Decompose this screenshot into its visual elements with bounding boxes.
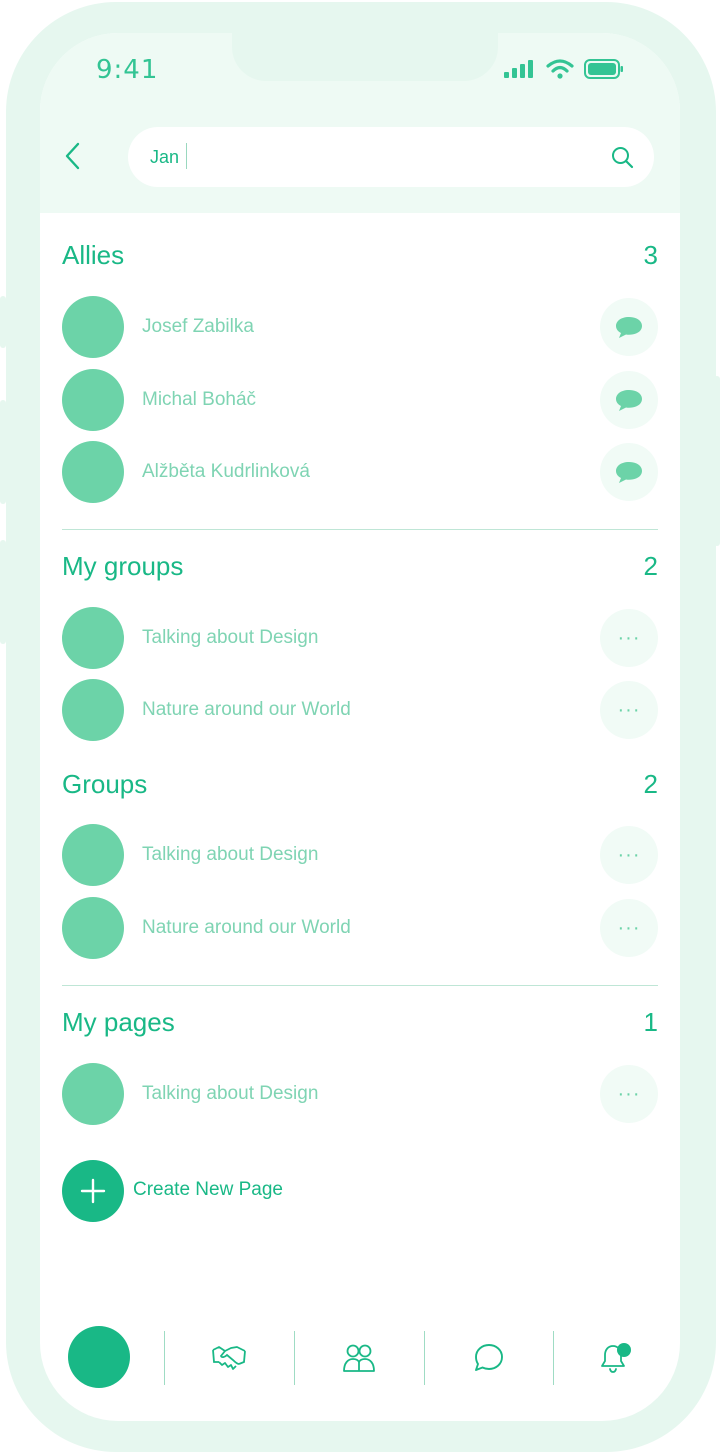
avatar: [62, 296, 124, 358]
text-caret: [186, 143, 187, 169]
list-item[interactable]: Alžběta Kudrlinková: [62, 441, 658, 503]
bell-notification-icon: [601, 1343, 631, 1373]
notch: [232, 33, 498, 81]
group-name: Nature around our World: [142, 917, 351, 938]
list-item[interactable]: Josef Zabilka: [62, 296, 658, 358]
list-item[interactable]: Michal Boháč: [62, 369, 658, 431]
header-area: 9:41: [40, 33, 680, 213]
groups-section-header: Groups 2: [62, 769, 658, 800]
chat-bubble-icon: [616, 462, 642, 483]
more-dots-icon: ···: [617, 844, 641, 866]
ally-name: Josef Zabilka: [142, 316, 254, 337]
handshake-icon: [212, 1346, 246, 1370]
screen: 9:41 Jan Allies 3 Josef Zabilka Michal B…: [40, 33, 680, 1421]
section-title: My groups: [62, 551, 184, 581]
more-options-button[interactable]: ···: [600, 899, 658, 957]
section-title: Groups: [62, 769, 148, 799]
status-time: 9:41: [96, 55, 159, 85]
wifi-icon: [546, 59, 574, 79]
more-dots-icon: ···: [617, 917, 641, 939]
section-divider: [62, 985, 658, 986]
ally-name: Alžběta Kudrlinková: [142, 461, 310, 482]
avatar: [62, 441, 124, 503]
avatar: [62, 369, 124, 431]
tab-allies[interactable]: [211, 1341, 247, 1375]
tab-groups[interactable]: [341, 1341, 377, 1375]
tab-divider: [553, 1331, 554, 1385]
section-title: Allies: [62, 240, 125, 270]
section-title: My pages: [62, 1007, 175, 1037]
avatar: [62, 679, 124, 741]
power-button: [714, 376, 720, 546]
my-groups-section-header: My groups 2: [62, 551, 658, 582]
more-options-button[interactable]: ···: [600, 826, 658, 884]
volume-down-button: [0, 540, 6, 644]
allies-section-header: Allies 3: [62, 240, 658, 271]
back-chevron-icon[interactable]: [62, 141, 84, 171]
plus-icon: [80, 1178, 106, 1204]
search-bar: [128, 127, 654, 187]
tab-profile-avatar[interactable]: [68, 1326, 130, 1388]
avatar: [62, 897, 124, 959]
tab-divider: [424, 1331, 425, 1385]
section-count: 3: [643, 240, 658, 270]
group-name: Talking about Design: [142, 627, 319, 648]
section-count: 2: [643, 551, 658, 581]
list-item[interactable]: Nature around our World ···: [62, 897, 658, 959]
search-input[interactable]: [150, 141, 580, 173]
volume-up-button: [0, 400, 6, 504]
list-item[interactable]: Nature around our World ···: [62, 679, 658, 741]
tab-bar: [40, 1323, 680, 1393]
message-button[interactable]: [600, 298, 658, 356]
list-item[interactable]: Talking about Design ···: [62, 824, 658, 886]
more-dots-icon: ···: [617, 1083, 641, 1105]
tab-notifications[interactable]: [598, 1341, 634, 1375]
more-options-button[interactable]: ···: [600, 1065, 658, 1123]
more-dots-icon: ···: [617, 627, 641, 649]
create-new-page-button[interactable]: [62, 1160, 124, 1222]
chat-bubble-icon: [616, 390, 642, 411]
message-button[interactable]: [600, 371, 658, 429]
list-item[interactable]: Talking about Design ···: [62, 1063, 658, 1125]
groups-icon: [343, 1344, 375, 1372]
section-count: 2: [643, 769, 658, 799]
more-dots-icon: ···: [617, 699, 641, 721]
search-icon[interactable]: [610, 145, 634, 169]
status-icons: [504, 59, 624, 79]
page-name: Talking about Design: [142, 1083, 319, 1104]
group-name: Talking about Design: [142, 844, 319, 865]
tab-divider: [164, 1331, 165, 1385]
tab-divider: [294, 1331, 295, 1385]
group-name: Nature around our World: [142, 699, 351, 720]
section-count: 1: [643, 1007, 658, 1037]
more-options-button[interactable]: ···: [600, 609, 658, 667]
chat-icon: [475, 1344, 503, 1371]
tab-messages[interactable]: [471, 1341, 507, 1375]
signal-icon: [504, 60, 533, 78]
avatar: [62, 607, 124, 669]
avatar: [62, 1063, 124, 1125]
chat-bubble-icon: [616, 317, 642, 338]
my-pages-section-header: My pages 1: [62, 1007, 658, 1038]
message-button[interactable]: [600, 443, 658, 501]
more-options-button[interactable]: ···: [600, 681, 658, 739]
create-new-page-label[interactable]: Create New Page: [133, 1179, 283, 1201]
avatar: [62, 824, 124, 886]
mute-switch: [0, 296, 6, 348]
ally-name: Michal Boháč: [142, 389, 257, 410]
battery-icon: [584, 59, 623, 79]
section-divider: [62, 529, 658, 530]
list-item[interactable]: Talking about Design ···: [62, 607, 658, 669]
